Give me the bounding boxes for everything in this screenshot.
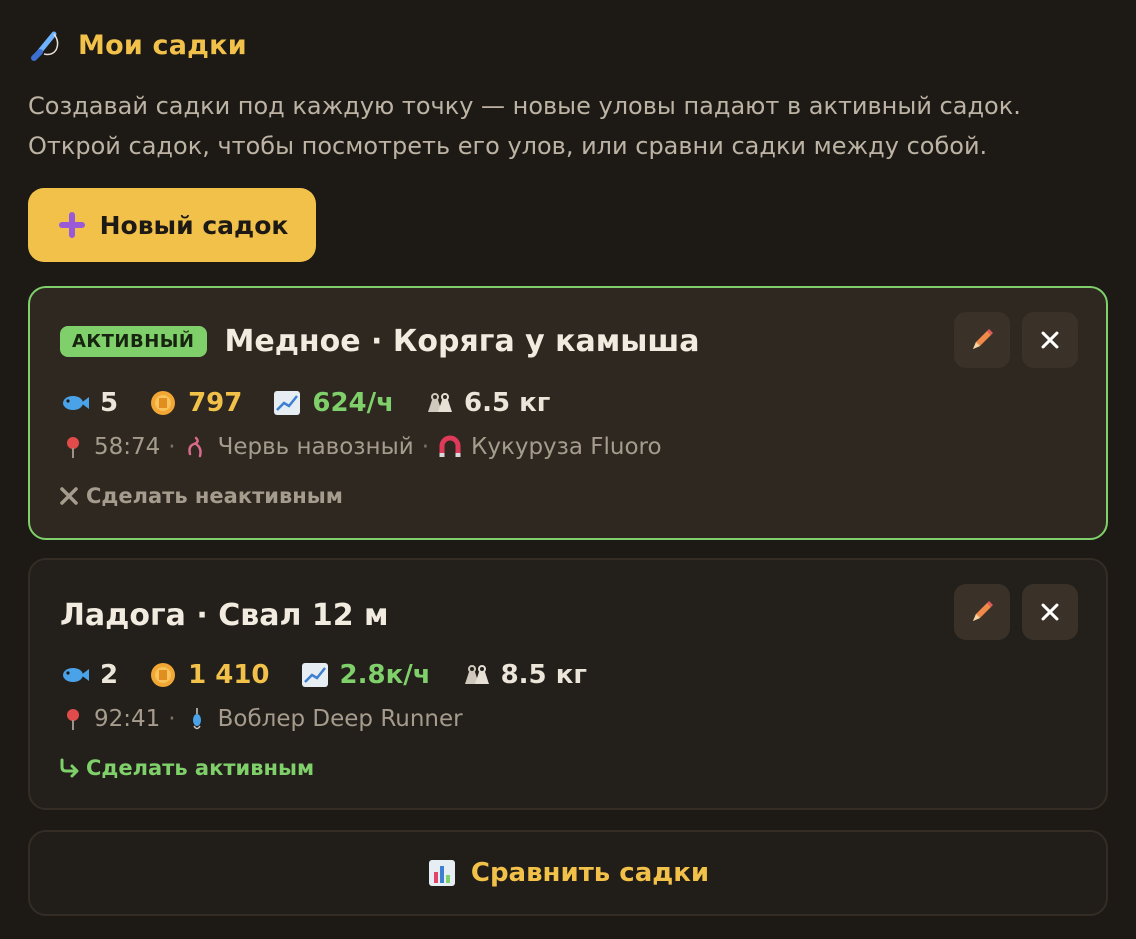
delete-button[interactable] xyxy=(1022,584,1078,640)
keepnet-meta: 58:74 · Червь навозный · Кукуруза Fluoro xyxy=(60,434,662,460)
card-header: Ладога · Свал 12 м xyxy=(60,598,389,633)
chart-increasing-icon xyxy=(274,391,301,415)
lure-name: Кукуруза Fluoro xyxy=(471,434,662,460)
active-badge: АКТИВНЫЙ xyxy=(60,326,207,357)
pin-icon xyxy=(67,437,79,458)
stat-coins: 1 410 xyxy=(148,660,270,690)
stat-rate: 624/ч xyxy=(272,388,394,418)
close-icon xyxy=(1041,603,1059,621)
magnet-icon xyxy=(439,435,461,457)
stat-weight: 8.5 кг xyxy=(461,660,587,690)
stat-weight: 6.5 кг xyxy=(424,388,550,418)
activate-button[interactable]: Сделать активным xyxy=(58,756,314,780)
pin-icon xyxy=(67,709,79,730)
close-icon xyxy=(1041,331,1059,349)
page-title: Мои садки xyxy=(78,29,247,61)
fish-icon xyxy=(63,668,89,682)
deactivate-button[interactable]: Сделать неактивным xyxy=(58,484,343,508)
keepnet-stats: 5 797 624/ч 6.5 кг xyxy=(60,388,550,418)
close-icon xyxy=(60,487,78,505)
new-keepnet-label: Новый садок xyxy=(99,210,289,240)
weights-icon xyxy=(428,393,452,412)
keepnet-card-active[interactable]: АКТИВНЫЙ Медное · Коряга у камыша 5 797 … xyxy=(28,286,1108,540)
bar-chart-icon xyxy=(428,860,455,886)
weights-icon xyxy=(464,665,489,684)
keepnet-card[interactable]: Ладога · Свал 12 м 2 1 410 2.8к/ч 8.5 кг… xyxy=(28,558,1108,810)
keepnet-title: Ладога · Свал 12 м xyxy=(60,598,389,633)
compare-keepnets-button[interactable]: Сравнить садки xyxy=(28,830,1108,916)
return-arrow-icon xyxy=(60,758,79,778)
page-description: Создавай садки под каждую точку — новые … xyxy=(28,92,1021,160)
stat-fish-count: 2 xyxy=(60,660,118,690)
compare-label: Сравнить садки xyxy=(470,858,710,888)
bait-name: Червь навозный xyxy=(217,434,414,460)
edit-button[interactable] xyxy=(954,312,1010,368)
stat-coins: 797 xyxy=(148,388,242,418)
worm-icon xyxy=(187,436,202,458)
coords: 58:74 xyxy=(94,434,161,460)
keepnet-title: Медное · Коряга у камыша xyxy=(224,324,700,359)
tackle-name: Воблер Deep Runner xyxy=(217,706,463,732)
keepnet-stats: 2 1 410 2.8к/ч 8.5 кг xyxy=(60,660,587,690)
delete-button[interactable] xyxy=(1022,312,1078,368)
coords: 92:41 xyxy=(94,706,161,732)
pencil-icon xyxy=(973,601,993,621)
card-header: АКТИВНЫЙ Медное · Коряга у камыша xyxy=(60,324,700,359)
new-keepnet-button[interactable]: Новый садок xyxy=(28,188,316,262)
edit-button[interactable] xyxy=(954,584,1010,640)
pencil-icon xyxy=(973,329,993,349)
fish-icon xyxy=(63,396,89,410)
stat-fish-count: 5 xyxy=(60,388,118,418)
page-header: Мои садки xyxy=(30,28,247,62)
keepnets-page: Мои садки Создавай садки под каждую точк… xyxy=(0,0,1136,939)
coin-icon xyxy=(151,663,176,687)
stat-rate: 2.8к/ч xyxy=(300,660,431,690)
keepnet-meta: 92:41 · Воблер Deep Runner xyxy=(60,706,463,732)
lure-icon xyxy=(192,708,201,730)
plus-icon xyxy=(58,212,85,238)
chart-increasing-icon xyxy=(301,663,328,687)
fishing-rod-icon xyxy=(31,31,59,61)
coin-icon xyxy=(151,391,176,415)
